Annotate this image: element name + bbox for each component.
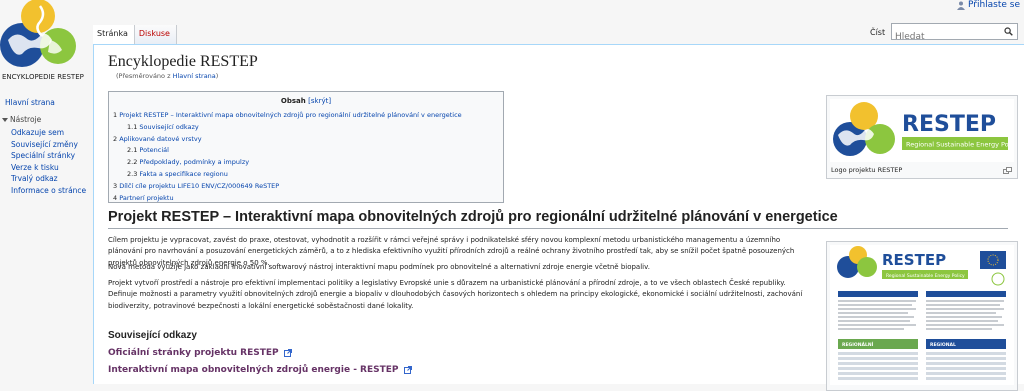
poster-thumbnail: RESTEP Regional Sustainable Energy Polic… bbox=[826, 241, 1018, 391]
tools-toggle[interactable]: Nástroje bbox=[0, 115, 88, 124]
search-icon[interactable] bbox=[1004, 27, 1013, 36]
restep-poster-image: RESTEP Regional Sustainable Energy Polic… bbox=[837, 246, 1006, 380]
sidebar-item-related-changes[interactable]: Související změny bbox=[0, 139, 88, 151]
tab-page[interactable]: Stránka bbox=[93, 25, 135, 44]
toc-item[interactable]: 2.3 Fakta a specifikace regionu bbox=[113, 169, 462, 181]
redirect-suffix: ) bbox=[215, 72, 219, 80]
poster-brand: RESTEP bbox=[882, 251, 946, 269]
search-box bbox=[891, 23, 1018, 45]
namespace-tabs: Stránka Diskuse bbox=[93, 25, 177, 44]
tab-read[interactable]: Číst bbox=[870, 28, 885, 37]
redirect-note: (Přesměrováno z Hlavní strana) bbox=[116, 72, 218, 80]
heading-divider bbox=[108, 228, 1008, 229]
toc-item[interactable]: 2.1 Potenciál bbox=[113, 145, 462, 157]
section-heading-project: Projekt RESTEP – Interaktivní mapa obnov… bbox=[108, 209, 838, 225]
tools-list: Odkazuje sem Související změny Speciální… bbox=[0, 127, 88, 196]
user-icon bbox=[956, 1, 965, 10]
logo-brand: RESTEP bbox=[902, 112, 996, 137]
toc-title: Obsah bbox=[280, 97, 306, 105]
toc-item[interactable]: 2.2 Předpoklady, podmínky a impulzy bbox=[113, 157, 462, 169]
toc-toggle[interactable]: [skrýt] bbox=[308, 97, 331, 105]
section-heading-links: Související odkazy bbox=[108, 330, 197, 341]
toc-item[interactable]: 1 Projekt RESTEP – Interaktivní mapa obn… bbox=[113, 110, 462, 122]
table-of-contents: Obsah [skrýt] 1 Projekt RESTEP – Interak… bbox=[108, 91, 504, 203]
external-link-official[interactable]: Oficiální stránky projektu RESTEP bbox=[108, 348, 292, 358]
sidebar-item-special-pages[interactable]: Speciální stránky bbox=[0, 150, 88, 162]
paragraph-method: Nová metoda využije jako základní inovat… bbox=[108, 263, 650, 271]
redirect-link[interactable]: Hlavní strana bbox=[173, 72, 216, 80]
sidebar-item-what-links-here[interactable]: Odkazuje sem bbox=[0, 127, 88, 139]
tab-discussion[interactable]: Diskuse bbox=[134, 25, 177, 44]
poster-col2: REGIONAL bbox=[930, 342, 956, 348]
toc-item[interactable]: 2 Aplikované datové vrstvy bbox=[113, 134, 462, 146]
sidebar-item-page-info[interactable]: Informace o stránce bbox=[0, 185, 88, 197]
site-logo[interactable]: ENCYKLOPEDIE RESTEP bbox=[0, 0, 85, 90]
poster-image[interactable]: RESTEP Regional Sustainable Energy Polic… bbox=[830, 245, 1014, 385]
external-link-label: Interaktivní mapa obnovitelných zdrojů e… bbox=[108, 365, 399, 375]
toc-item[interactable]: 4 Partnerí projektu bbox=[113, 193, 462, 205]
poster-tagline: Regional Sustainable Energy Policy bbox=[886, 273, 965, 279]
enlarge-icon[interactable] bbox=[1003, 167, 1012, 174]
sidebar-item-printable-version[interactable]: Verze k tisku bbox=[0, 162, 88, 174]
toc-title-row: Obsah [skrýt] bbox=[109, 97, 503, 105]
toc-item[interactable]: 3 Dílčí cíle projektu LIFE10 ENV/CZ/0006… bbox=[113, 181, 462, 193]
logo-thumbnail: RESTEP Regional Sustainable Energy Polic… bbox=[826, 95, 1020, 179]
external-link-map[interactable]: Interaktivní mapa obnovitelných zdrojů e… bbox=[108, 365, 412, 375]
toc-item[interactable]: 1.1 Související odkazy bbox=[113, 122, 462, 134]
sidebar-item-main-page[interactable]: Hlavní strana bbox=[0, 98, 88, 107]
restep-logo-graphic bbox=[0, 0, 76, 67]
page-title: Encyklopedie RESTEP bbox=[108, 53, 258, 70]
login-label[interactable]: Přihlaste se bbox=[968, 0, 1020, 10]
login-link[interactable]: Přihlaste se bbox=[956, 0, 1020, 10]
logo-thumbnail-caption: Logo projektu RESTEP bbox=[831, 166, 903, 174]
content-area: Encyklopedie RESTEP (Přesměrováno z Hlav… bbox=[93, 44, 1024, 391]
restep-logo-image: RESTEP Regional Sustainable Energy Polic… bbox=[833, 102, 1020, 156]
external-link-icon bbox=[283, 348, 292, 357]
external-link-icon bbox=[403, 365, 412, 374]
redirect-prefix: (Přesměrováno z bbox=[116, 72, 171, 80]
logo-thumbnail-image[interactable]: RESTEP Regional Sustainable Energy Polic… bbox=[830, 99, 1020, 162]
logo-tagline: Regional Sustainable Energy Policy bbox=[906, 141, 1014, 149]
search-input[interactable] bbox=[892, 29, 998, 45]
external-link-label: Oficiální stránky projektu RESTEP bbox=[108, 348, 279, 358]
sidebar: Hlavní strana Nástroje Odkazuje sem Souv… bbox=[0, 98, 88, 196]
tools-label: Nástroje bbox=[10, 115, 42, 124]
logo-caption: ENCYKLOPEDIE RESTEP bbox=[2, 73, 84, 81]
chevron-down-icon bbox=[2, 117, 8, 122]
toc-list: 1 Projekt RESTEP – Interaktivní mapa obn… bbox=[113, 110, 462, 204]
sidebar-item-permanent-link[interactable]: Trvalý odkaz bbox=[0, 173, 88, 185]
paragraph-environment: Projekt vytvoří prostředí a nástroje pro… bbox=[108, 279, 803, 310]
